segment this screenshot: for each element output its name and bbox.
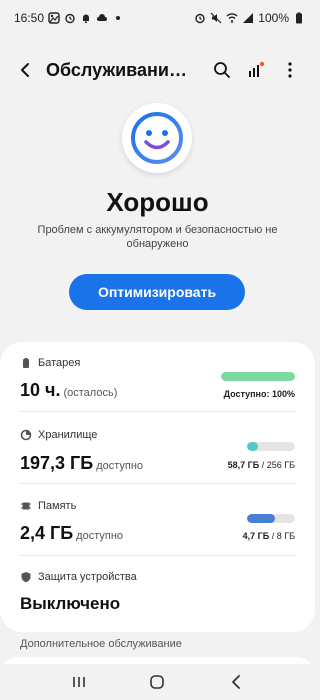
home-icon — [150, 675, 165, 689]
storage-label: Хранилище — [38, 429, 98, 441]
search-button[interactable] — [207, 52, 237, 88]
device-protection-value: Выключено — [20, 594, 121, 613]
recent-apps-icon — [73, 677, 85, 687]
memory-caption: 4,7 ГБ / 8 ГБ — [242, 531, 295, 541]
back-nav-button[interactable] — [216, 667, 256, 697]
storage-bar-fill — [247, 442, 259, 451]
battery-bar-fill — [221, 372, 295, 381]
device-protection-label: Защита устройства — [38, 571, 137, 583]
optimize-button[interactable]: Оптимизировать — [69, 274, 245, 310]
maintenance-card: Батарея 10 ч. (осталось) Доступно: 100% Х… — [0, 342, 315, 632]
device-status-description: Проблем с аккумулятором и безопасностью … — [37, 224, 278, 250]
alarm-icon — [64, 12, 76, 24]
storage-row[interactable]: Хранилище 197,3 ГБ доступно 58,7 ГБ / 256… — [0, 412, 315, 482]
more-vertical-icon — [288, 62, 292, 78]
page-title: Обслуживание устройства — [46, 59, 196, 80]
gallery-notification-icon — [48, 12, 60, 24]
battery-label: Батарея — [38, 357, 81, 369]
storage-value: 197,3 ГБ доступно — [20, 453, 144, 473]
memory-label: Память — [38, 500, 77, 512]
diagnostics-button[interactable] — [241, 52, 271, 88]
battery-bar — [221, 372, 295, 381]
shield-icon — [20, 571, 32, 583]
notification-bell-icon — [80, 12, 92, 24]
storage-pie-icon — [20, 429, 32, 441]
search-icon — [214, 62, 230, 78]
additional-maintenance-header: Дополнительное обслуживание — [20, 638, 182, 650]
memory-value: 2,4 ГБ доступно — [20, 523, 124, 543]
wifi-icon — [226, 12, 238, 24]
device-status-title: Хорошо — [106, 187, 209, 217]
device-protection-row[interactable]: Защита устройства Выключено — [0, 556, 315, 626]
battery-caption: Доступно: 100% — [223, 389, 295, 399]
memory-chip-icon — [20, 500, 32, 512]
more-notifications-dot — [116, 16, 121, 20]
back-nav-icon — [231, 675, 240, 689]
system-navigation-bar — [0, 664, 315, 700]
battery-icon — [293, 12, 305, 24]
status-time: 16:50 — [14, 11, 45, 25]
cloud-icon — [96, 12, 108, 24]
more-options-button[interactable] — [275, 52, 305, 88]
memory-bar — [247, 514, 295, 523]
battery-icon — [20, 357, 32, 369]
memory-bar-fill — [247, 514, 276, 523]
app-bar: Обслуживание устройства — [0, 50, 315, 90]
battery-value: 10 ч. (осталось) — [20, 380, 118, 400]
storage-caption: 58,7 ГБ / 256 ГБ — [227, 460, 295, 470]
memory-row[interactable]: Память 2,4 ГБ доступно 4,7 ГБ / 8 ГБ — [0, 484, 315, 554]
chart-bars-icon — [249, 61, 265, 77]
alarm-icon — [194, 12, 206, 24]
signal-icon — [242, 12, 254, 24]
back-button[interactable] — [10, 52, 40, 88]
mute-icon — [210, 12, 222, 24]
home-button[interactable] — [137, 667, 177, 697]
back-arrow-icon — [21, 63, 29, 77]
smiley-status-icon — [122, 103, 192, 173]
battery-row[interactable]: Батарея 10 ч. (осталось) Доступно: 100% — [0, 342, 315, 410]
battery-percent: 100% — [258, 11, 289, 25]
recent-apps-button[interactable] — [59, 667, 99, 697]
status-bar: 16:50 100% — [0, 0, 315, 36]
storage-bar — [247, 442, 295, 451]
